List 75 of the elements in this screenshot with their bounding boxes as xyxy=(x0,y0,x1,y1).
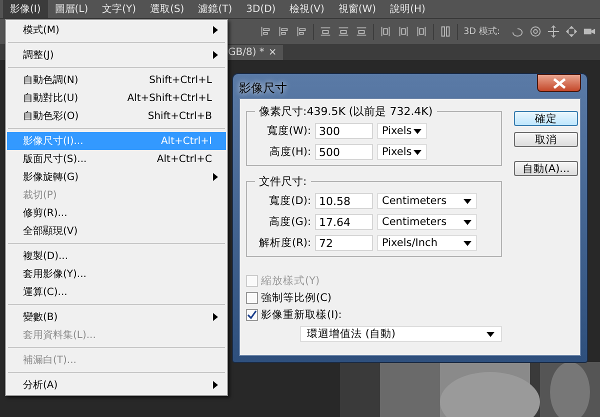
menu-item[interactable]: 自動色彩(O) Shift+Ctrl+B xyxy=(7,107,226,125)
field-label: 解析度(R): xyxy=(258,236,311,250)
dropdown-arrow-icon xyxy=(413,128,422,134)
checkbox-label: 影像重新取樣(I): xyxy=(261,308,342,322)
dropdown-arrow-icon xyxy=(463,198,472,204)
dropdown-arrow-icon xyxy=(463,240,472,246)
window-title: 影像尺寸 xyxy=(239,80,287,97)
distribute-icon[interactable] xyxy=(415,25,428,38)
checkbox-label: 縮放樣式(Y) xyxy=(261,274,320,288)
distribute-icon[interactable] xyxy=(397,25,410,38)
input-field[interactable]: 17.64 xyxy=(315,214,373,230)
align-icon[interactable] xyxy=(277,25,290,38)
close-tab-button[interactable]: × xyxy=(268,47,277,58)
input-field[interactable]: 10.58 xyxy=(315,193,373,209)
dialog-button[interactable]: 取消 xyxy=(514,132,578,147)
unit-dropdown[interactable]: Centimeters xyxy=(377,214,477,230)
dropdown-arrow-icon xyxy=(486,332,495,336)
menu-item[interactable]: 版面尺寸(S)... Alt+Ctrl+C xyxy=(7,150,226,168)
menu-bar-item[interactable]: 檢視(V) xyxy=(282,0,332,18)
distribute-icon[interactable] xyxy=(379,25,392,38)
close-icon xyxy=(552,78,566,88)
input-field[interactable]: 300 xyxy=(315,123,373,139)
field-label: 高度(H): xyxy=(268,145,311,159)
menu-item[interactable]: 自動對比(U) Alt+Shift+Ctrl+L xyxy=(7,89,226,107)
menu-item[interactable]: 套用影像(Y)... xyxy=(7,265,226,283)
menu-bar-item[interactable]: 影像(I) xyxy=(3,0,48,18)
align-icon[interactable] xyxy=(295,25,308,38)
menu-item[interactable]: 自動色調(N) Shift+Ctrl+L xyxy=(7,71,226,89)
dropdown-arrow-icon xyxy=(463,220,472,224)
group-title: 文件尺寸: xyxy=(255,174,311,189)
input-field[interactable]: 72 xyxy=(315,235,373,251)
menu-bar-item[interactable]: 文字(Y) xyxy=(95,0,144,18)
menu-item[interactable]: 模式(M) xyxy=(7,21,226,39)
menu-bar-item[interactable]: 說明(H) xyxy=(383,0,432,18)
distribute-icon[interactable] xyxy=(355,25,368,38)
group-title: 像素尺寸:439.5K (以前是 732.4K) xyxy=(255,104,437,119)
dropdown-arrow-icon xyxy=(413,150,422,154)
move-icon[interactable] xyxy=(547,25,560,38)
auto-align-icon[interactable] xyxy=(439,25,452,38)
input-field[interactable]: 500 xyxy=(315,144,373,160)
menu-bar-item[interactable]: 圖層(L) xyxy=(48,0,96,18)
unit-dropdown[interactable]: Centimeters xyxy=(377,193,477,209)
checkbox-label: 強制等比例(C) xyxy=(261,290,332,304)
menu-bar-item[interactable]: 視窗(W) xyxy=(331,0,384,18)
3d-mode-label: 3D 模式: xyxy=(463,26,500,38)
dialog-button[interactable]: 自動(A)... xyxy=(514,161,578,176)
close-button[interactable] xyxy=(537,74,581,92)
menu-item[interactable]: 變數(B) xyxy=(7,308,226,326)
menu-item[interactable]: 分析(A) xyxy=(7,376,226,394)
field-label: 寬度(W): xyxy=(266,124,311,138)
checkbox[interactable] xyxy=(246,308,258,320)
document-tab[interactable]: GB/8) * × xyxy=(226,45,283,60)
resample-dropdown[interactable]: 環迴增值法 (自動) xyxy=(300,326,502,342)
checkbox[interactable] xyxy=(246,292,258,304)
distribute-icon[interactable] xyxy=(319,25,332,38)
menu-item[interactable]: 運算(C)... xyxy=(7,283,226,301)
field-label: 高度(G): xyxy=(268,215,311,229)
unit-dropdown[interactable]: Pixels xyxy=(377,123,427,139)
unit-dropdown[interactable]: Pixels/Inch xyxy=(377,235,477,251)
menu-item[interactable]: 影像旋轉(G) xyxy=(7,168,226,186)
document-title: GB/8) * xyxy=(228,47,264,58)
distribute-icon[interactable] xyxy=(337,25,350,38)
menu-item[interactable]: 修剪(R)... xyxy=(7,204,226,222)
menu-bar-item[interactable]: 選取(S) xyxy=(143,0,192,18)
menu-item[interactable]: 調整(J) xyxy=(7,46,226,64)
align-icon[interactable] xyxy=(259,25,272,38)
menu-bar-item[interactable]: 3D(D) xyxy=(239,0,283,18)
roll-icon[interactable] xyxy=(529,25,542,38)
unit-dropdown[interactable]: Pixels xyxy=(377,144,427,160)
field-label: 寬度(D): xyxy=(268,194,311,208)
menu-bar-item[interactable]: 濾鏡(T) xyxy=(191,0,240,18)
slide-icon[interactable] xyxy=(565,25,578,38)
menu-item[interactable]: 全部顯現(V) xyxy=(7,222,226,240)
dialog-button[interactable]: 確定 xyxy=(514,111,578,126)
menu-item[interactable]: 複製(D)... xyxy=(7,247,226,265)
